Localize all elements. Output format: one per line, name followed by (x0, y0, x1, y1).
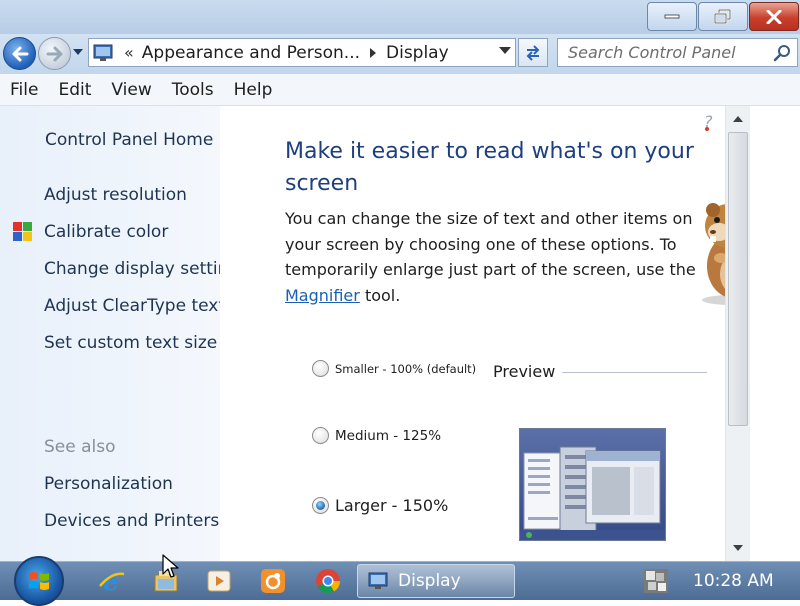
refresh-icon (526, 44, 540, 61)
arrow-up-icon (733, 116, 743, 122)
minimize-button[interactable] (647, 2, 697, 31)
forward-button[interactable] (38, 37, 71, 70)
calibrate-color-link[interactable]: Calibrate color (44, 222, 168, 242)
start-button[interactable] (14, 556, 64, 606)
personalization-link[interactable]: Personalization (44, 474, 173, 494)
chevron-down-icon (73, 49, 83, 55)
taskbar-media-player[interactable] (204, 566, 234, 596)
control-panel-icon (93, 44, 113, 61)
internet-explorer-icon: e (99, 568, 125, 594)
page-title: Make it easier to read what's on your sc… (285, 139, 694, 196)
taskbar-chrome[interactable] (313, 566, 343, 596)
taskbar-clock[interactable]: 10:28 AM (693, 571, 774, 591)
radio-button[interactable] (312, 360, 329, 377)
recent-pages-dropdown[interactable] (72, 46, 84, 58)
close-button[interactable] (749, 2, 799, 31)
close-icon (766, 9, 782, 24)
control-panel-home-link[interactable]: Control Panel Home (45, 130, 213, 150)
option-label: Smaller - 100% (default) (335, 361, 477, 376)
set-custom-text-size-link[interactable]: Set custom text size (DPI) (44, 333, 220, 353)
taskbar-internet-explorer[interactable]: e (97, 566, 127, 596)
option-larger[interactable]: Larger - 150% (312, 496, 448, 515)
adjust-cleartype-link[interactable]: Adjust ClearType text (44, 296, 220, 316)
see-also-heading: See also (44, 437, 116, 457)
adjust-resolution-link[interactable]: Adjust resolution (44, 185, 187, 205)
devices-and-printers-link[interactable]: Devices and Printers (44, 511, 219, 531)
breadcrumb-appearance[interactable]: Appearance and Person... (142, 43, 360, 63)
menu-help[interactable]: Help (224, 80, 283, 100)
radio-button-selected[interactable] (312, 497, 329, 514)
title-bar (0, 0, 800, 34)
preview-image (519, 428, 666, 541)
calibrate-color-icon (13, 222, 32, 241)
menu-view[interactable]: View (101, 80, 161, 100)
arrow-down-icon (733, 545, 743, 551)
preview-illustration (520, 446, 665, 540)
menu-edit[interactable]: Edit (48, 80, 101, 100)
menu-bar: File Edit View Tools Help (0, 74, 800, 106)
restore-button[interactable] (698, 2, 748, 31)
window-right-area (750, 106, 800, 561)
page-description: You can change the size of text and othe… (285, 206, 705, 308)
minimize-icon (664, 14, 680, 18)
arrow-right-icon (46, 46, 62, 61)
scroll-up-button[interactable] (732, 114, 744, 124)
description-text: You can change the size of text and othe… (285, 209, 696, 279)
menu-file[interactable]: File (0, 80, 48, 100)
address-bar[interactable]: « Appearance and Person... Display (88, 38, 516, 67)
breadcrumb-display[interactable]: Display (386, 43, 449, 63)
preview-divider (562, 372, 707, 373)
media-player-icon (207, 570, 231, 592)
search-icon[interactable] (773, 44, 791, 62)
search-input[interactable] (566, 42, 770, 63)
taskbar: e Display 10:28 AM (0, 556, 800, 606)
magnifier-link[interactable]: Magnifier (285, 286, 360, 305)
vertical-scrollbar[interactable] (725, 106, 750, 561)
option-label: Larger - 150% (335, 496, 449, 515)
restore-icon (714, 8, 732, 24)
description-text-end: tool. (359, 285, 401, 305)
main-content: ? Make it easier to read what's on your … (220, 106, 725, 561)
windows-logo-icon (29, 572, 49, 590)
preview-label: Preview (493, 362, 556, 381)
option-medium[interactable]: Medium - 125% (312, 427, 441, 444)
address-dropdown-icon[interactable] (499, 47, 511, 55)
navigation-bar: « Appearance and Person... Display (0, 34, 800, 74)
control-panel-icon (368, 572, 388, 589)
radio-button[interactable] (312, 427, 329, 444)
chrome-icon (316, 569, 340, 594)
back-button[interactable] (3, 37, 36, 70)
breadcrumb-arrow-icon[interactable] (369, 47, 377, 58)
option-smaller[interactable]: Smaller - 100% (default) (312, 360, 476, 377)
menu-tools[interactable]: Tools (162, 80, 224, 100)
taskbar-task-label: Display (398, 571, 461, 591)
option-label: Medium - 125% (335, 427, 442, 444)
help-icon[interactable]: ? (702, 112, 716, 132)
address-overflow-chevron[interactable]: « (124, 43, 134, 62)
refresh-button[interactable] (518, 38, 548, 67)
change-display-settings-link[interactable]: Change display settings (44, 259, 220, 279)
network-tray-icon[interactable] (643, 568, 669, 594)
uc-browser-icon (261, 569, 285, 593)
taskbar-uc-browser[interactable] (258, 566, 288, 596)
hamster-image (695, 203, 725, 305)
search-box[interactable] (557, 38, 798, 67)
scroll-down-button[interactable] (732, 543, 744, 553)
task-pane: Control Panel Home Adjust resolution Cal… (0, 106, 220, 561)
mouse-cursor-icon (162, 554, 179, 578)
taskbar-display-window[interactable]: Display (357, 564, 515, 598)
scrollbar-thumb[interactable] (728, 132, 748, 426)
arrow-left-icon (12, 46, 28, 61)
